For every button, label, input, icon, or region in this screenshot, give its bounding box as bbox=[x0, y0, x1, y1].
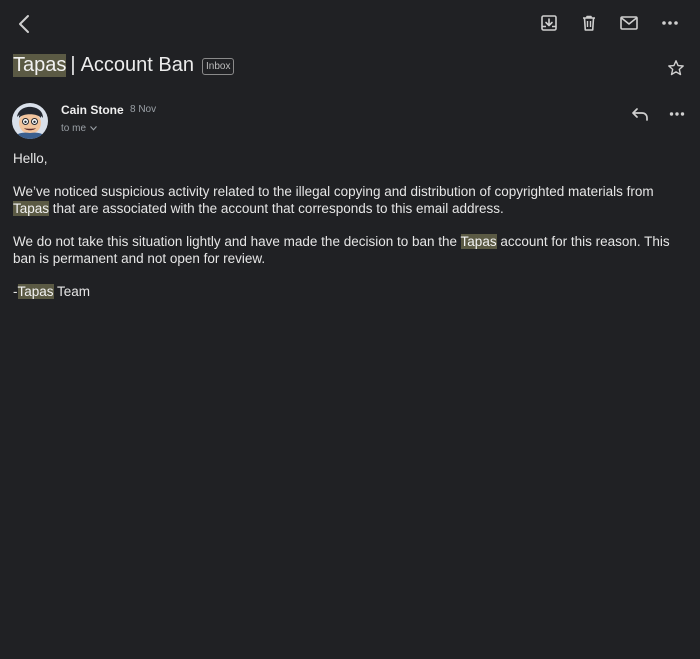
signature: -Tapas Team bbox=[13, 283, 689, 300]
signature-highlight: Tapas bbox=[17, 284, 54, 299]
p1-highlight: Tapas bbox=[13, 201, 50, 216]
trash-icon[interactable] bbox=[575, 9, 603, 37]
subject-text: Account Ban bbox=[80, 53, 194, 76]
subject-separator: | bbox=[70, 53, 76, 76]
star-icon[interactable] bbox=[662, 54, 690, 82]
subject-highlight: Tapas bbox=[13, 53, 67, 77]
sender-name[interactable]: Cain Stone bbox=[61, 103, 124, 117]
p2-highlight: Tapas bbox=[460, 234, 497, 249]
envelope-icon[interactable] bbox=[615, 9, 643, 37]
chevron-down-icon bbox=[90, 124, 97, 133]
recipient-details-toggle[interactable]: to me bbox=[61, 123, 97, 134]
body-paragraph-2: We do not take this situation lightly an… bbox=[13, 233, 689, 267]
back-arrow-icon[interactable] bbox=[11, 10, 39, 38]
p2-text-a: We do not take this situation lightly an… bbox=[13, 234, 461, 249]
p1-text-b: that are associated with the account tha… bbox=[49, 201, 504, 216]
sender-avatar[interactable] bbox=[12, 103, 48, 139]
p1-text-a: We’ve noticed suspicious activity relate… bbox=[13, 184, 654, 199]
email-body: Hello, We’ve noticed suspicious activity… bbox=[13, 150, 689, 316]
archive-icon[interactable] bbox=[535, 9, 563, 37]
email-subject: Tapas | Account Ban Inbox bbox=[13, 51, 235, 79]
reply-icon[interactable] bbox=[626, 100, 654, 128]
body-paragraph-1: We’ve noticed suspicious activity relate… bbox=[13, 183, 689, 217]
recipient-label: to me bbox=[61, 123, 87, 134]
email-date: 8 Nov bbox=[130, 104, 157, 115]
greeting: Hello, bbox=[13, 151, 48, 166]
inbox-label-badge[interactable]: Inbox bbox=[202, 57, 235, 75]
more-dots-icon[interactable] bbox=[656, 9, 684, 37]
message-more-dots-icon[interactable] bbox=[663, 100, 691, 128]
signature-rest: Team bbox=[53, 284, 91, 299]
signature-prefix: - bbox=[13, 284, 18, 299]
